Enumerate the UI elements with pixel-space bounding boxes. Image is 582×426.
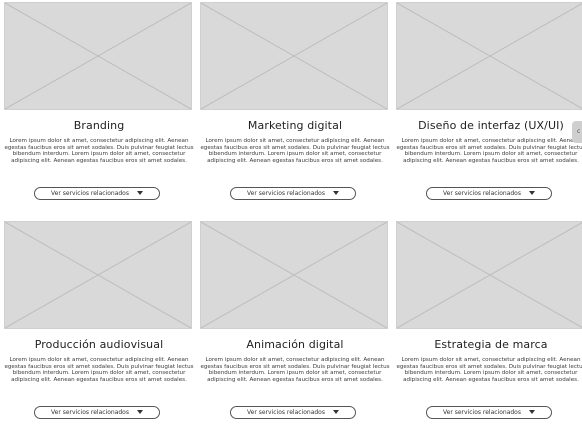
card-title: Animación digital bbox=[246, 338, 344, 351]
caret-down-icon bbox=[528, 191, 535, 195]
image-placeholder-icon bbox=[396, 2, 582, 110]
service-card-branding: Branding Lorem ipsum dolor sit amet, con… bbox=[4, 2, 194, 207]
caret-down-icon bbox=[332, 410, 339, 414]
view-related-services-button[interactable]: Ver servicios relacionados bbox=[230, 187, 356, 200]
card-description: Lorem ipsum dolor sit amet, consectetur … bbox=[200, 357, 390, 383]
caret-down-icon bbox=[136, 191, 143, 195]
button-label: Ver servicios relacionados bbox=[443, 190, 521, 197]
view-related-services-button[interactable]: Ver servicios relacionados bbox=[34, 187, 160, 200]
card-description: Lorem ipsum dolor sit amet, consectetur … bbox=[200, 138, 390, 164]
card-description: Lorem ipsum dolor sit amet, consectetur … bbox=[396, 138, 582, 164]
button-label: Ver servicios relacionados bbox=[51, 409, 129, 416]
card-title: Estrategia de marca bbox=[434, 338, 548, 351]
card-title: Diseño de interfaz (UX/UI) bbox=[418, 119, 564, 132]
service-card-animation: Animación digital Lorem ipsum dolor sit … bbox=[200, 221, 390, 426]
service-card-ux-ui: Diseño de interfaz (UX/UI) Lorem ipsum d… bbox=[396, 2, 582, 207]
image-placeholder-icon bbox=[4, 221, 192, 329]
service-card-brand-strategy: Estrategia de marca Lorem ipsum dolor si… bbox=[396, 221, 582, 426]
view-related-services-button[interactable]: Ver servicios relacionados bbox=[34, 406, 160, 419]
card-title: Branding bbox=[73, 119, 125, 132]
caret-down-icon bbox=[136, 410, 143, 414]
caret-down-icon bbox=[332, 191, 339, 195]
service-card-audiovisual: Producción audiovisual Lorem ipsum dolor… bbox=[4, 221, 194, 426]
card-title: Producción audiovisual bbox=[34, 338, 164, 351]
card-description: Lorem ipsum dolor sit amet, consectetur … bbox=[4, 357, 194, 383]
image-placeholder-icon bbox=[200, 221, 388, 329]
caret-down-icon bbox=[528, 410, 535, 414]
button-label: Ver servicios relacionados bbox=[247, 409, 325, 416]
card-description: Lorem ipsum dolor sit amet, consectetur … bbox=[4, 138, 194, 164]
view-related-services-button[interactable]: Ver servicios relacionados bbox=[230, 406, 356, 419]
card-title: Marketing digital bbox=[247, 119, 343, 132]
image-placeholder-icon bbox=[200, 2, 388, 110]
view-related-services-button[interactable]: Ver servicios relacionados bbox=[426, 187, 552, 200]
view-related-services-button[interactable]: Ver servicios relacionados bbox=[426, 406, 552, 419]
image-placeholder-icon bbox=[4, 2, 192, 110]
service-card-marketing: Marketing digital Lorem ipsum dolor sit … bbox=[200, 2, 390, 207]
card-description: Lorem ipsum dolor sit amet, consectetur … bbox=[396, 357, 582, 383]
button-label: Ver servicios relacionados bbox=[247, 190, 325, 197]
button-label: Ver servicios relacionados bbox=[443, 409, 521, 416]
button-label: Ver servicios relacionados bbox=[51, 190, 129, 197]
side-tab[interactable]: c bbox=[572, 121, 582, 143]
image-placeholder-icon bbox=[396, 221, 582, 329]
